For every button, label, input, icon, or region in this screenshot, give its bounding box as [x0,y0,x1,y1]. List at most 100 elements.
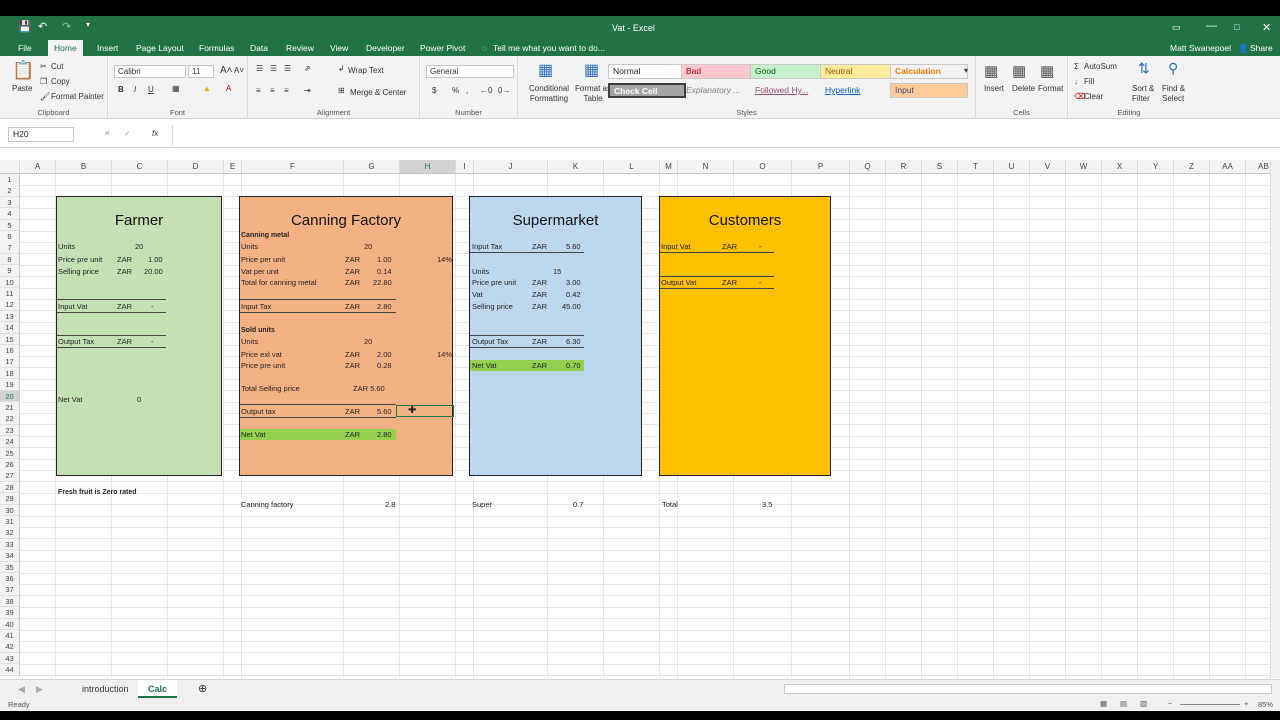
cell-currency[interactable]: ZAR [345,406,360,417]
row-header-1[interactable]: 1 [0,174,20,186]
column-header-t[interactable]: T [958,160,994,174]
cell-heading[interactable]: Canning metal [241,230,289,241]
cell-currency[interactable]: ZAR [345,277,360,288]
row-header-11[interactable]: 11 [0,288,20,300]
row-header-3[interactable]: 3 [0,196,20,209]
zoom-slider[interactable] [1180,704,1240,705]
style-calculation[interactable]: Calculation [890,64,968,79]
decrease-decimal-icon[interactable]: 0→ [498,86,510,95]
cell-value[interactable]: 3.5 [762,499,772,510]
cell-currency[interactable]: ZAR [117,336,132,347]
cell-currency[interactable]: ZAR [532,241,547,252]
column-header-f[interactable]: F [242,160,344,174]
redo-icon[interactable]: ↷ [62,20,71,33]
align-center-icon[interactable]: ≡ [270,86,275,95]
sheet-tab-calc[interactable]: Calc [138,680,178,698]
cell-value[interactable]: 2.8 [385,499,395,510]
row-header-8[interactable]: 8 [0,253,20,266]
cell-label[interactable]: Output Tax [472,336,508,347]
currency-icon[interactable]: $ [432,86,436,95]
row-header-31[interactable]: 31 [0,516,20,528]
row-header-29[interactable]: 29 [0,493,20,505]
clear-button[interactable]: Clear [1084,92,1103,101]
format-as-table-icon[interactable]: ▦ [584,60,599,80]
share-button[interactable]: Share [1244,40,1279,56]
normal-view-icon[interactable]: ▦ [1100,699,1107,708]
row-header-18[interactable]: 18 [0,367,20,380]
cell-value[interactable]: 0.7 [573,499,583,510]
cell-label[interactable]: Output tax [241,406,276,417]
tab-data[interactable]: Data [244,40,274,56]
cell-value[interactable]: 3.00 [566,277,581,288]
zoom-level[interactable]: 85% [1258,700,1273,709]
row-header-9[interactable]: 9 [0,265,20,277]
cell-value[interactable]: 2.00 [377,349,392,360]
column-header-z[interactable]: Z [1174,160,1210,174]
column-header-w[interactable]: W [1066,160,1102,174]
row-header-24[interactable]: 24 [0,436,20,448]
format-cells-button[interactable]: Format [1038,84,1063,93]
cell-currency[interactable]: ZAR [532,289,547,300]
tab-insert[interactable]: Insert [91,40,124,56]
row-header-35[interactable]: 35 [0,561,20,574]
cell-label[interactable]: Total for canning metal [241,277,316,288]
cell-value[interactable]: 1.00 [148,254,163,265]
page-layout-icon[interactable]: ▤ [1120,699,1127,708]
grow-font-icon[interactable]: A˄ [220,65,233,76]
style-check-cell[interactable]: Check Cell [608,83,686,98]
column-header-l[interactable]: L [604,160,660,174]
row-header-25[interactable]: 25 [0,447,20,460]
cell-currency[interactable]: ZAR [117,301,132,312]
style-normal[interactable]: Normal [608,64,686,79]
find-select-button[interactable]: Find & Select [1162,84,1190,104]
farmer-note[interactable]: Fresh fruit is Zero rated [58,487,137,498]
autosum-button[interactable]: AutoSum [1084,62,1117,71]
cell-value[interactable]: 0.28 [377,360,392,371]
column-header-v[interactable]: V [1030,160,1066,174]
font-size-select[interactable]: 11 [188,65,214,78]
row-header-14[interactable]: 14 [0,322,20,334]
italic-icon[interactable]: I [134,85,136,94]
column-header-q[interactable]: Q [850,160,886,174]
column-header-x[interactable]: X [1102,160,1138,174]
row-header-37[interactable]: 37 [0,584,20,596]
column-header-aa[interactable]: AA [1210,160,1246,174]
row-header-23[interactable]: 23 [0,424,20,437]
style-hyperlink[interactable]: Hyperlink [820,83,898,98]
column-header-ab[interactable]: AB [1246,160,1270,174]
selected-cell-h20[interactable] [396,405,454,417]
customize-qat-icon[interactable]: ▾ [86,20,90,29]
style-bad[interactable]: Bad [681,64,759,79]
column-header-p[interactable]: P [792,160,850,174]
wrap-text-icon[interactable]: ↲ [338,64,345,73]
row-header-22[interactable]: 22 [0,413,20,425]
column-header-r[interactable]: R [886,160,922,174]
cell-label[interactable]: Input Vat [661,241,690,252]
column-header-d[interactable]: D [168,160,224,174]
cell-label[interactable]: Units [58,241,75,252]
cell-currency[interactable]: ZAR [117,254,132,265]
column-header-y[interactable]: Y [1138,160,1174,174]
cell-value[interactable]: 22.80 [373,277,392,288]
cancel-icon[interactable]: ✕ [104,129,111,138]
paste-icon[interactable]: 📋 [12,60,34,81]
cell-label[interactable]: Canning factory [241,499,294,510]
cell-value[interactable]: 15 [553,266,561,277]
horizontal-scrollbar[interactable] [784,684,1272,694]
cell-currency[interactable]: ZAR [345,429,360,440]
cell-label[interactable]: Units [241,241,258,252]
column-header-g[interactable]: G [344,160,400,174]
column-header-o[interactable]: O [734,160,792,174]
row-header-2[interactable]: 2 [0,185,20,197]
add-sheet-icon[interactable]: ⊕ [188,680,217,698]
style-followed-hyperlink[interactable]: Followed Hy... [750,83,828,98]
column-header-h[interactable]: H [400,160,456,174]
column-header-s[interactable]: S [922,160,958,174]
cell-currency[interactable]: ZAR [345,266,360,277]
name-box[interactable]: H20 [8,127,74,142]
cell-heading[interactable]: Sold units [241,325,275,336]
row-header-12[interactable]: 12 [0,299,20,311]
row-header-40[interactable]: 40 [0,618,20,631]
cell-value[interactable]: - [151,301,154,312]
tab-review[interactable]: Review [280,40,320,56]
